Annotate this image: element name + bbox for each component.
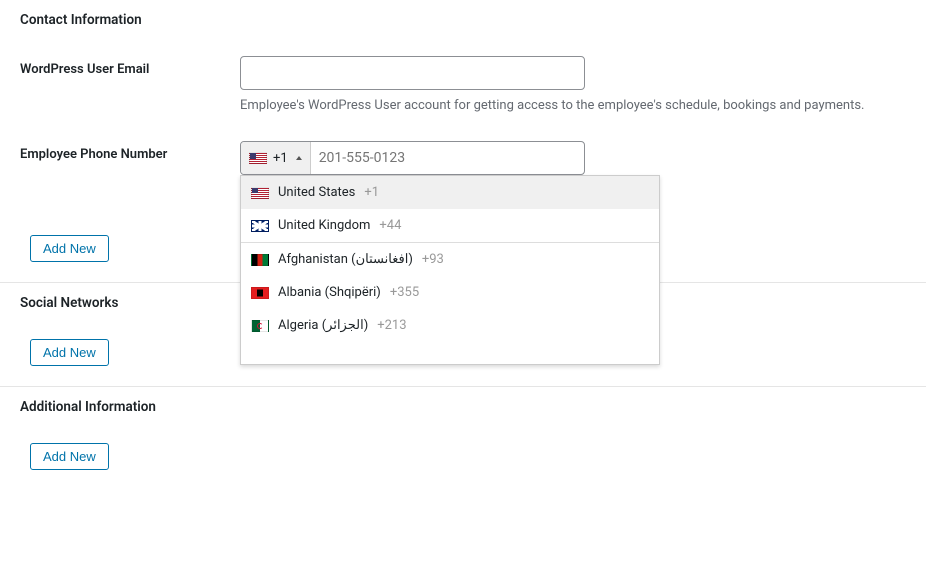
country-item-us[interactable]: United States +1 bbox=[241, 176, 659, 209]
additional-information-section: Additional Information Add New bbox=[0, 387, 926, 490]
country-item-al[interactable]: Albania (Shqipëri) +355 bbox=[241, 276, 659, 309]
section-title-additional: Additional Information bbox=[20, 399, 906, 415]
country-item-af[interactable]: Afghanistan (افغانستان) +93 bbox=[241, 243, 659, 276]
section-title-contact: Contact Information bbox=[20, 12, 906, 28]
email-field-row: WordPress User Email bbox=[20, 56, 906, 90]
add-new-social-button[interactable]: Add New bbox=[30, 339, 109, 366]
email-label: WordPress User Email bbox=[20, 56, 240, 77]
country-dropdown-list[interactable]: United States +1 United Kingdom +44 Afgh… bbox=[241, 176, 659, 364]
us-flag-icon bbox=[249, 152, 267, 164]
country-item-uk[interactable]: United Kingdom +44 bbox=[241, 209, 659, 242]
phone-field-row: Employee Phone Number +1 201-555-0123 Un… bbox=[20, 141, 906, 175]
country-dropdown: United States +1 United Kingdom +44 Afgh… bbox=[240, 175, 660, 365]
selected-dial-code: +1 bbox=[273, 151, 288, 166]
add-new-contact-button[interactable]: Add New bbox=[30, 235, 109, 262]
contact-information-section: Contact Information WordPress User Email… bbox=[0, 0, 926, 283]
add-new-additional-button[interactable]: Add New bbox=[30, 443, 109, 470]
phone-input[interactable]: 201-555-0123 bbox=[311, 150, 413, 166]
af-flag-icon bbox=[251, 254, 269, 266]
al-flag-icon bbox=[251, 287, 269, 299]
phone-input-wrapper: +1 201-555-0123 bbox=[240, 141, 585, 175]
us-flag-icon bbox=[251, 187, 269, 199]
country-selector-button[interactable]: +1 bbox=[241, 142, 311, 174]
country-item-dz[interactable]: Algeria (الجزائر) +213 bbox=[241, 309, 659, 342]
wordpress-email-input[interactable] bbox=[240, 56, 585, 90]
caret-up-icon bbox=[296, 156, 302, 160]
phone-label: Employee Phone Number bbox=[20, 141, 240, 162]
dz-flag-icon bbox=[251, 320, 269, 332]
uk-flag-icon bbox=[251, 220, 269, 232]
email-description: Employee's WordPress User account for ge… bbox=[240, 98, 906, 113]
